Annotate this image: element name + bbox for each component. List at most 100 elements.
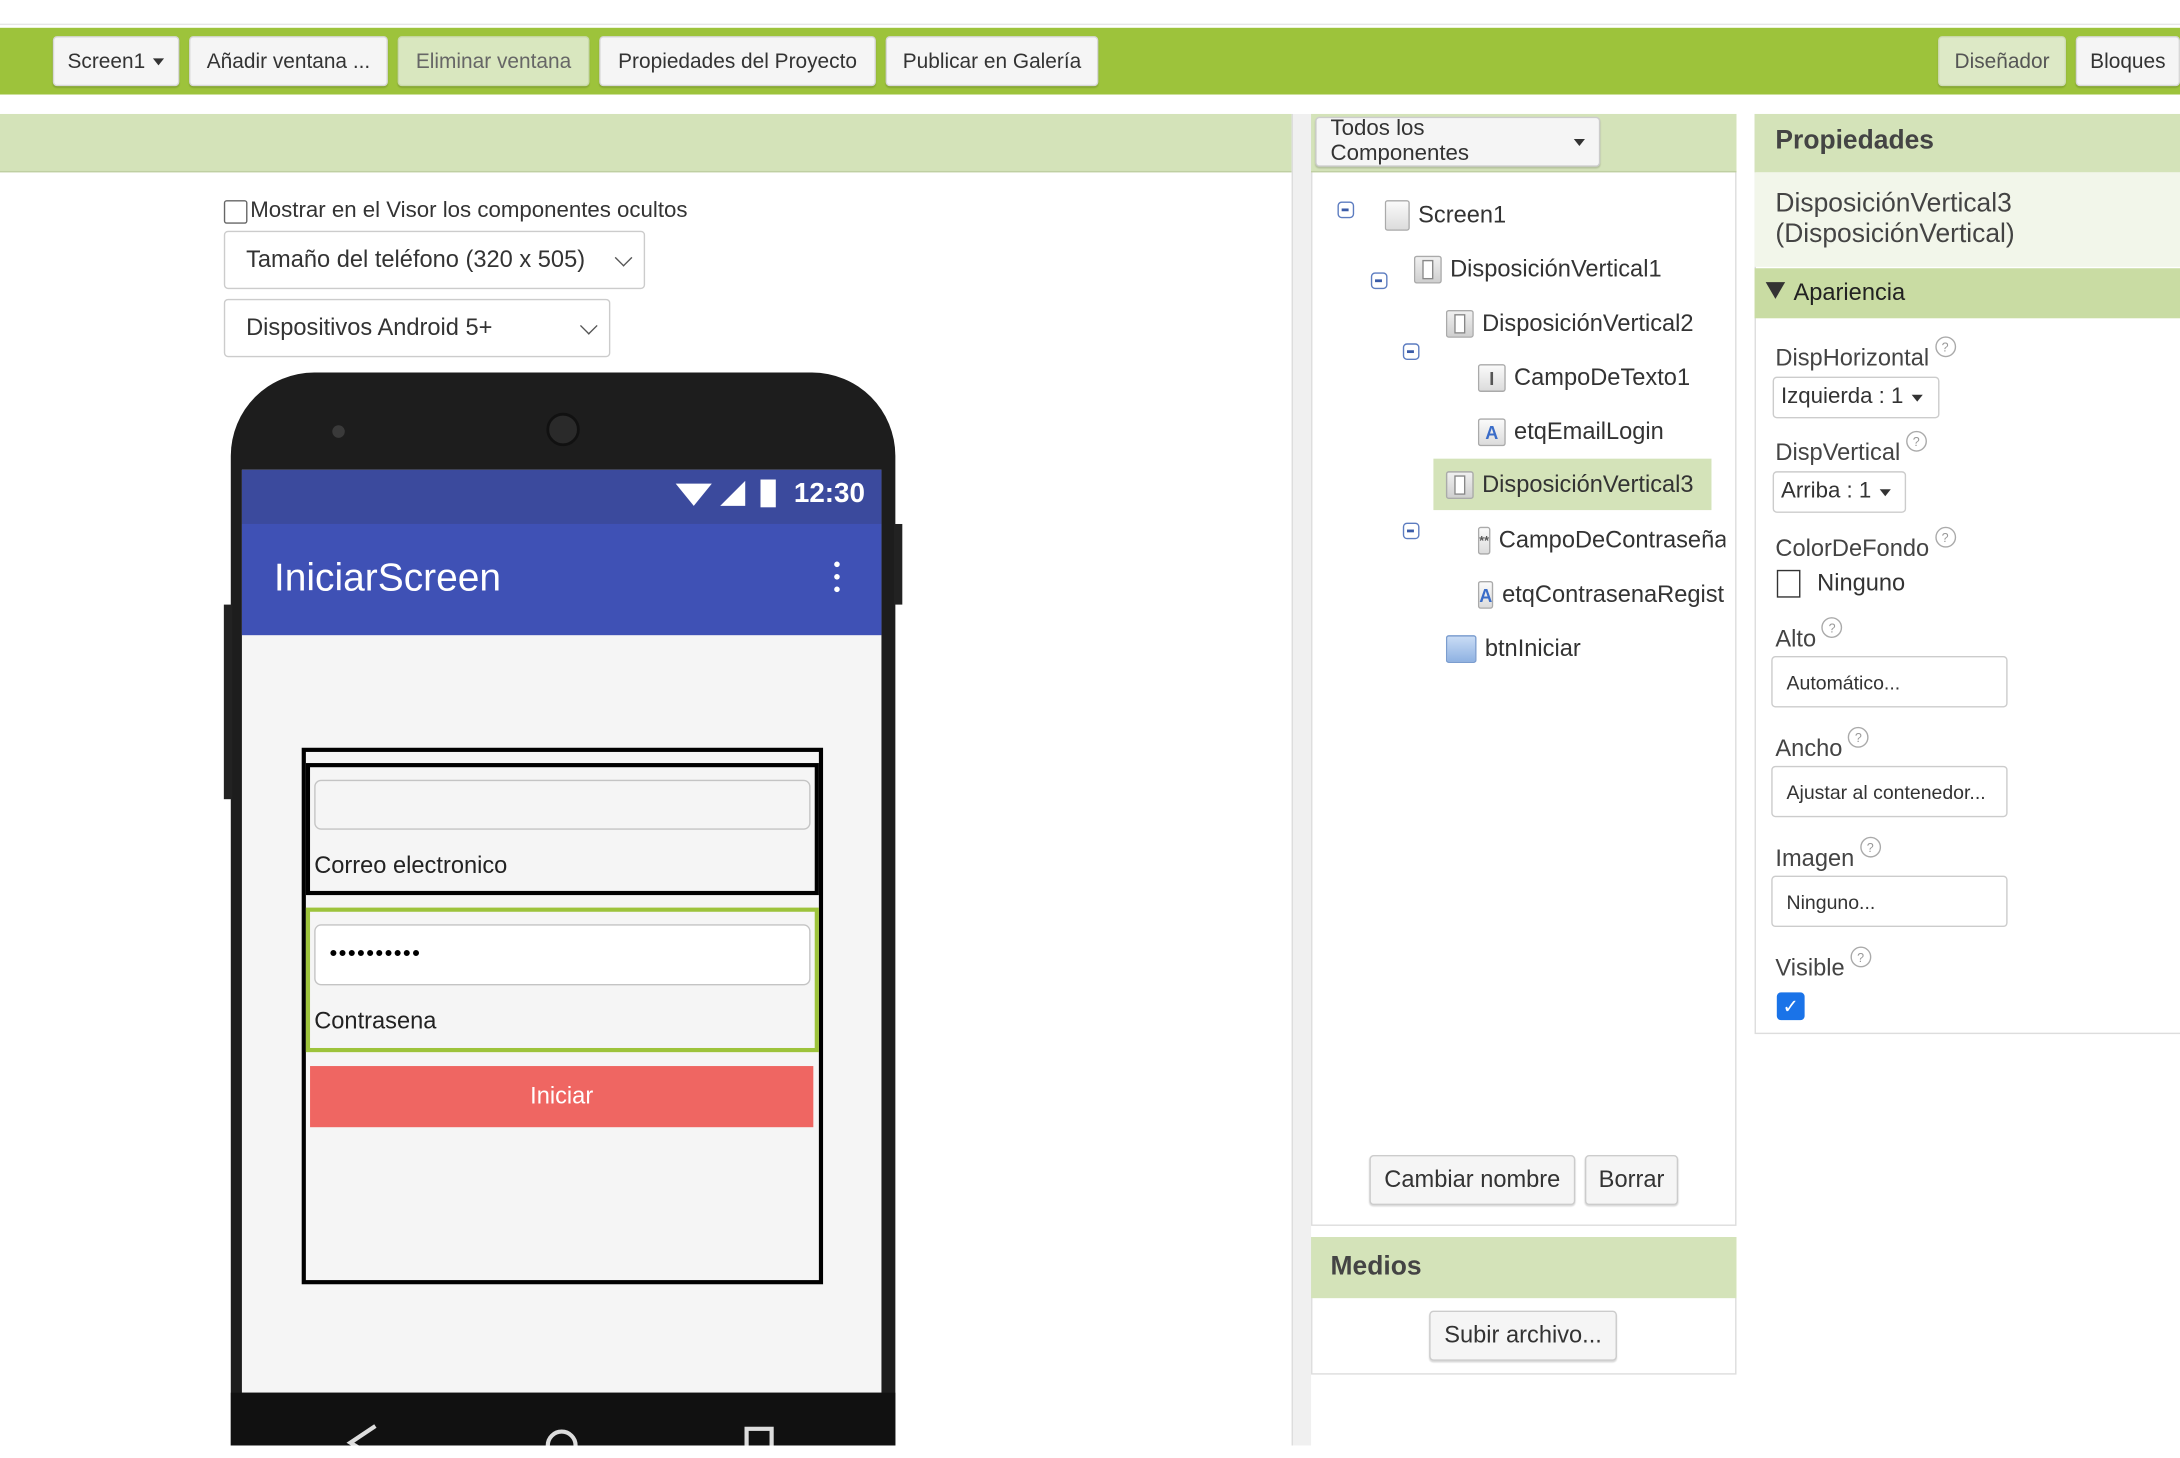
- phone-size-select[interactable]: Tamaño del teléfono (320 x 505): [223, 230, 646, 290]
- screen-dropdown[interactable]: Screen1: [52, 36, 180, 87]
- help-icon[interactable]: ?: [1859, 836, 1881, 858]
- tree-item-label: DisposiciónVertical3: [1482, 470, 1694, 497]
- bg-color-label: ColorDeFondo: [1775, 535, 1930, 562]
- tree-item[interactable]: I CampoDeTexto1: [1477, 354, 1725, 401]
- tree-item-label: Screen1: [1418, 201, 1507, 228]
- tree-item-selected[interactable]: DisposiciónVertical3: [1433, 458, 1712, 511]
- bg-color-picker[interactable]: Ninguno: [1776, 569, 1906, 598]
- tree-item[interactable]: Screen1: [1384, 192, 1719, 239]
- tree-item-label: CampoDeTexto1: [1514, 364, 1691, 391]
- phone-side-button: [893, 523, 903, 605]
- tree-item[interactable]: DisposiciónVertical2: [1445, 300, 1721, 347]
- help-icon[interactable]: ?: [1934, 336, 1956, 358]
- add-window-button[interactable]: Añadir ventana ...: [189, 36, 388, 87]
- disp-horizontal-dropdown[interactable]: Izquierda : 1: [1772, 376, 1940, 419]
- blocks-button[interactable]: Bloques: [2075, 36, 2180, 87]
- remove-window-button[interactable]: Eliminar ventana: [397, 36, 590, 87]
- tree-item-label: etqContrasenaRegistro: [1502, 580, 1726, 608]
- status-bar: [241, 469, 882, 524]
- height-label-row: Alto?: [1775, 617, 1843, 653]
- image-label: Imagen: [1775, 845, 1855, 872]
- caret-down-icon: [1879, 488, 1891, 496]
- height-field[interactable]: Automático...: [1771, 656, 2008, 708]
- color-swatch: [1776, 569, 1801, 598]
- image-label-row: Imagen?: [1775, 836, 1881, 873]
- show-hidden-row[interactable]: Mostrar en el Visor los componentes ocul…: [223, 199, 688, 224]
- viewer-separator: [1291, 113, 1312, 1458]
- visible-label-row: Visible?: [1775, 946, 1872, 983]
- battery-icon: [760, 479, 776, 508]
- caret-down-icon: [1573, 138, 1585, 146]
- disp-horizontal-label-row: DispHorizontal?: [1775, 336, 1956, 373]
- publish-gallery-button[interactable]: Publicar en Galería: [885, 36, 1099, 87]
- selected-component-name: DisposiciónVertical3 (DisposiciónVertica…: [1754, 172, 2180, 267]
- rename-button[interactable]: Cambiar nombre: [1369, 1155, 1576, 1206]
- appearance-section[interactable]: Apariencia: [1754, 268, 2180, 319]
- width-label: Ancho: [1775, 735, 1843, 762]
- phone-size-value: Tamaño del teléfono (320 x 505): [246, 246, 586, 273]
- delete-button[interactable]: Borrar: [1584, 1155, 1679, 1206]
- vertical-arrangement-2[interactable]: Correo electronico: [305, 763, 819, 896]
- tree-item[interactable]: A etqContrasenaRegistro: [1477, 571, 1726, 618]
- help-icon[interactable]: ?: [1847, 726, 1869, 748]
- upload-file-button[interactable]: Subir archivo...: [1429, 1310, 1617, 1361]
- bg-color-value: Ninguno: [1817, 569, 1906, 597]
- collapse-icon[interactable]: [1337, 201, 1355, 219]
- disp-horizontal-value: Izquierda : 1: [1780, 385, 1904, 409]
- disp-vertical-dropdown[interactable]: Arriba : 1: [1772, 471, 1907, 513]
- collapse-icon[interactable]: [1402, 343, 1420, 360]
- devices-value: Dispositivos Android 5+: [246, 314, 493, 341]
- vertical-arrangement-3[interactable]: •••••••••• Contrasena: [305, 907, 819, 1053]
- devices-select[interactable]: Dispositivos Android 5+: [223, 298, 611, 358]
- designer-button[interactable]: Diseñador: [1938, 36, 2066, 87]
- help-icon[interactable]: ?: [1934, 526, 1956, 548]
- tree-item-label: btnIniciar: [1484, 635, 1581, 662]
- caret-down-icon: [1911, 394, 1923, 401]
- vertical-arrangement-icon: [1445, 309, 1474, 338]
- tree-item[interactable]: ** CampoDeContraseña: [1477, 517, 1726, 564]
- properties-header: Propiedades: [1754, 113, 2180, 173]
- email-label: Correo electronico: [314, 852, 508, 879]
- help-icon[interactable]: ?: [1821, 617, 1843, 638]
- phone-side-button: [223, 604, 233, 800]
- screen-icon: [1384, 200, 1410, 231]
- tree-item[interactable]: DisposiciónVertical1: [1413, 246, 1720, 293]
- visible-checkbox[interactable]: ✓: [1776, 992, 1805, 1021]
- viewer-header: [0, 113, 1292, 173]
- status-icons: [675, 479, 776, 508]
- signal-icon: [720, 480, 746, 506]
- email-textbox[interactable]: [314, 779, 811, 830]
- project-properties-button[interactable]: Propiedades del Proyecto: [599, 36, 876, 87]
- top-strip: [0, 0, 2180, 26]
- password-icon: **: [1477, 526, 1491, 555]
- width-field[interactable]: Ajustar al contenedor...: [1771, 765, 2008, 818]
- label-icon: A: [1477, 580, 1494, 609]
- iniciar-button[interactable]: Iniciar: [310, 1066, 814, 1128]
- disp-vertical-value: Arriba : 1: [1780, 479, 1872, 504]
- components-filter-label: Todos los Componentes: [1330, 116, 1470, 166]
- chevron-down-icon: [614, 248, 633, 267]
- help-icon[interactable]: ?: [1905, 430, 1927, 452]
- help-icon[interactable]: ?: [1850, 946, 1872, 968]
- collapse-icon[interactable]: [1370, 272, 1388, 290]
- tree-item-label: DisposiciónVertical1: [1450, 255, 1662, 283]
- tree-item[interactable]: btnIniciar: [1445, 625, 1721, 672]
- width-label-row: Ancho?: [1775, 726, 1869, 763]
- vertical-arrangement-icon: [1413, 255, 1442, 284]
- caret-down-icon: [153, 57, 165, 65]
- components-filter-dropdown[interactable]: Todos los Componentes: [1315, 116, 1601, 167]
- triangle-down-icon: [1765, 282, 1786, 299]
- collapse-icon[interactable]: [1402, 522, 1420, 540]
- image-field[interactable]: Ninguno...: [1771, 875, 2008, 928]
- tree-item-label: CampoDeContraseña: [1498, 526, 1726, 554]
- overflow-menu-icon[interactable]: [834, 561, 848, 600]
- password-field[interactable]: ••••••••••: [314, 924, 811, 986]
- vertical-arrangement-icon: [1445, 470, 1474, 499]
- screen-dropdown-label: Screen1: [67, 49, 146, 73]
- phone-speaker: [546, 412, 580, 447]
- textbox-icon: I: [1477, 364, 1506, 392]
- chevron-down-icon: [579, 317, 598, 335]
- label-icon: A: [1477, 418, 1506, 447]
- tree-item[interactable]: A etqEmailLogin: [1477, 409, 1725, 456]
- show-hidden-checkbox[interactable]: [223, 199, 248, 224]
